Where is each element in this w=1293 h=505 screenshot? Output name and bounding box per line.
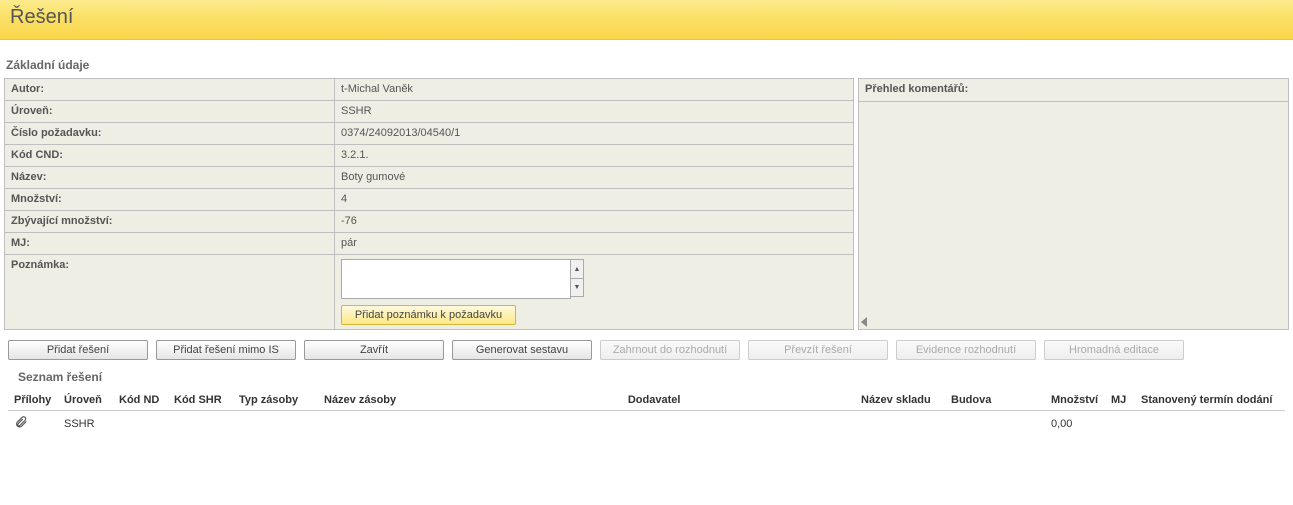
spinner-up-icon[interactable]: ▲	[570, 259, 584, 278]
col-termin: Stanovený termín dodání	[1135, 390, 1285, 411]
level-value: SSHR	[335, 101, 854, 123]
include-decision-button: Zahrnout do rozhodnutí	[600, 340, 740, 360]
mj-value: pár	[335, 233, 854, 255]
col-mnozstvi: Množství	[1045, 390, 1105, 411]
author-value: t-Michal Vaněk	[335, 79, 854, 101]
cnd-value: 3.2.1.	[335, 145, 854, 167]
reqnum-value: 0374/24092013/04540/1	[335, 123, 854, 145]
takeover-solution-button: Převzít řešení	[748, 340, 888, 360]
comments-body	[859, 102, 1288, 329]
author-label: Autor:	[5, 79, 335, 101]
bulk-edit-button: Hromadná editace	[1044, 340, 1184, 360]
paperclip-icon[interactable]	[14, 420, 28, 432]
attachment-cell[interactable]	[8, 411, 58, 437]
note-textarea[interactable]	[341, 259, 571, 299]
row-mnozstvi: 0,00	[1045, 411, 1105, 437]
qty-label: Množství:	[5, 189, 335, 211]
row-budova	[945, 411, 1045, 437]
row-typ-zasoby	[233, 411, 318, 437]
evidence-decision-button: Evidence rozhodnutí	[896, 340, 1036, 360]
comments-panel: Přehled komentářů:	[858, 78, 1289, 330]
basic-details-table: Autor: t-Michal Vaněk Úroveň: SSHR Číslo…	[4, 78, 854, 330]
cnd-label: Kód CND:	[5, 145, 335, 167]
action-button-row: Přidat řešení Přidat řešení mimo IS Zavř…	[8, 340, 1289, 360]
row-nazev-skladu	[855, 411, 945, 437]
row-kod-nd	[113, 411, 168, 437]
col-mj: MJ	[1105, 390, 1135, 411]
qty-value: 4	[335, 189, 854, 211]
remqty-value: -76	[335, 211, 854, 233]
col-dodavatel: Dodavatel	[622, 390, 855, 411]
col-typ-zasoby: Typ zásoby	[233, 390, 318, 411]
row-kod-shr	[168, 411, 233, 437]
close-button[interactable]: Zavřít	[304, 340, 444, 360]
scroll-left-icon[interactable]	[861, 317, 867, 327]
col-budova: Budova	[945, 390, 1045, 411]
row-dodavatel	[622, 411, 855, 437]
name-label: Název:	[5, 167, 335, 189]
remqty-label: Zbývající množství:	[5, 211, 335, 233]
generate-report-button[interactable]: Generovat sestavu	[452, 340, 592, 360]
note-spinner[interactable]: ▲ ▼	[570, 259, 584, 297]
name-value: Boty gumové	[335, 167, 854, 189]
row-mj	[1105, 411, 1135, 437]
add-solution-button[interactable]: Přidat řešení	[8, 340, 148, 360]
add-note-button[interactable]: Přidat poznámku k požadavku	[341, 305, 516, 325]
col-kod-shr: Kód SHR	[168, 390, 233, 411]
col-nazev-skladu: Název skladu	[855, 390, 945, 411]
comments-title: Přehled komentářů:	[859, 79, 1288, 102]
solutions-table: Přílohy Úroveň Kód ND Kód SHR Typ zásoby…	[8, 390, 1285, 436]
col-kod-nd: Kód ND	[113, 390, 168, 411]
basic-section-title: Základní údaje	[6, 58, 1289, 72]
row-nazev-zasoby	[318, 411, 622, 437]
solutions-title: Seznam řešení	[18, 370, 1285, 384]
reqnum-label: Číslo požadavku:	[5, 123, 335, 145]
page-title: Řešení	[10, 6, 1283, 29]
level-label: Úroveň:	[5, 101, 335, 123]
col-level: Úroveň	[58, 390, 113, 411]
mj-label: MJ:	[5, 233, 335, 255]
row-level: SSHR	[58, 411, 113, 437]
spinner-down-icon[interactable]: ▼	[570, 278, 584, 297]
row-termin	[1135, 411, 1285, 437]
col-nazev-zasoby: Název zásoby	[318, 390, 622, 411]
page-header: Řešení	[0, 0, 1293, 40]
col-attachments: Přílohy	[8, 390, 58, 411]
note-label: Poznámka:	[5, 255, 335, 330]
add-solution-out-button[interactable]: Přidat řešení mimo IS	[156, 340, 296, 360]
table-row[interactable]: SSHR 0,00	[8, 411, 1285, 437]
